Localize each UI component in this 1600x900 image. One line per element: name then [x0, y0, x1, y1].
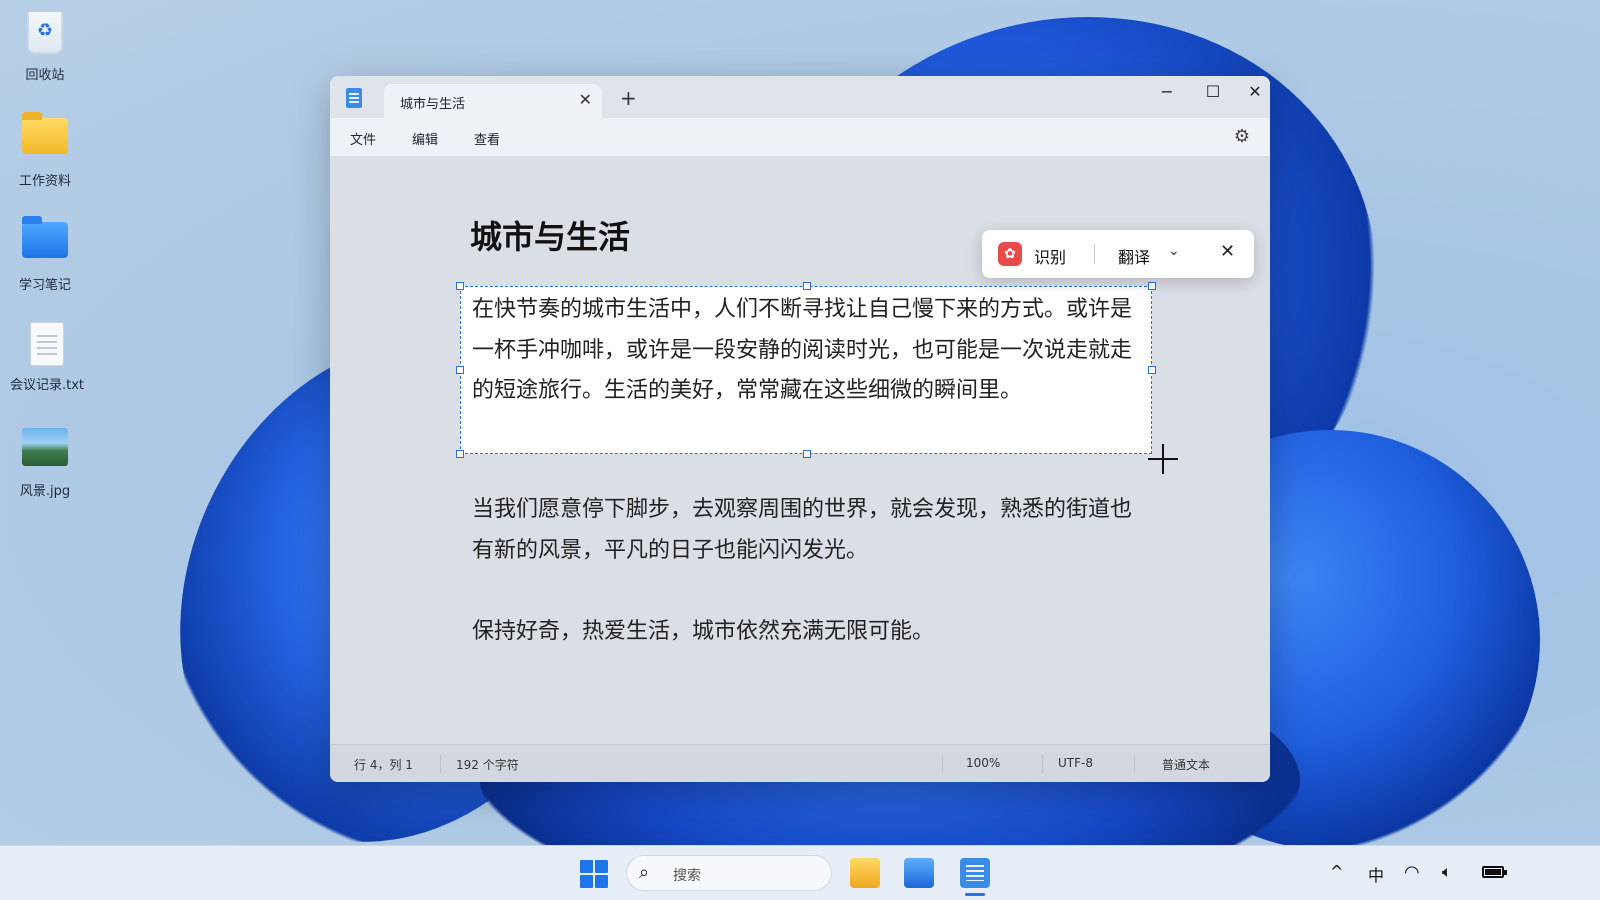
taskbar-notepad[interactable] — [960, 858, 990, 888]
close-icon[interactable]: ✕ — [1220, 241, 1235, 262]
folder-icon — [22, 112, 68, 164]
notepad-window: 城市与生活 ✕ + − ☐ ✕ 文件 编辑 查看 ⚙ 城市与生活 在快节奏的城市… — [330, 76, 1270, 782]
desktop-icon-recycle-bin[interactable]: 回收站 — [0, 10, 90, 83]
taskbar-photos[interactable] — [904, 858, 934, 888]
tab-city-life[interactable]: 城市与生活 ✕ — [384, 84, 602, 118]
desktop-icon-label: 工作资料 — [18, 174, 71, 189]
search-input[interactable]: ⌕ 搜索 — [626, 855, 832, 891]
menu-view[interactable]: 查看 — [474, 129, 500, 148]
text-file-icon — [24, 322, 70, 368]
crosshair-cursor-icon — [1148, 444, 1178, 474]
char-count: 192 个字符 — [456, 758, 519, 772]
recognize-button[interactable]: 识别 — [1034, 244, 1066, 268]
ime-indicator[interactable]: 中 — [1368, 862, 1384, 886]
desktop-icon-landscape-image[interactable]: 风景.jpg — [0, 422, 90, 499]
minimize-button[interactable]: − — [1152, 82, 1182, 101]
resize-handle-top-right[interactable] — [1148, 282, 1156, 290]
tab-title: 城市与生活 — [400, 97, 466, 112]
tab-close-icon[interactable]: ✕ — [579, 90, 592, 109]
desktop-icon-meeting-notes[interactable]: 会议记录.txt — [2, 322, 92, 393]
document-title: 城市与生活 — [470, 218, 631, 256]
encoding[interactable]: UTF-8 — [1058, 756, 1093, 770]
start-button[interactable] — [580, 860, 608, 888]
desktop-icon-work-folder[interactable]: 工作资料 — [0, 110, 90, 189]
tray-expand-icon[interactable]: ^ — [1330, 862, 1343, 881]
resize-handle-bottom[interactable] — [803, 450, 811, 458]
active-app-indicator — [965, 893, 985, 896]
resize-handle-top[interactable] — [803, 282, 811, 290]
paragraph-3: 保持好奇，热爱生活，城市依然充满无限可能。 — [472, 619, 935, 644]
desktop-icon-label: 风景.jpg — [19, 484, 71, 499]
ocr-logo-icon: ✿ — [998, 242, 1022, 266]
title-bar[interactable]: 城市与生活 ✕ + − ☐ ✕ — [330, 76, 1270, 118]
paragraph-2: 当我们愿意停下脚步，去观察周围的世界，就会发现，熟悉的街道也有新的风景，平凡的日… — [472, 497, 1133, 563]
menu-edit[interactable]: 编辑 — [412, 129, 438, 148]
taskbar: ⌕ 搜索 ^ 中 ◠ 🔈︎ — [0, 845, 1600, 900]
text-format[interactable]: 普通文本 — [1162, 756, 1210, 773]
maximize-button[interactable]: ☐ — [1198, 82, 1228, 101]
ocr-toolbar: ✿ 识别 翻译 ⌄ ✕ — [982, 230, 1254, 278]
paragraph-1: 在快节奏的城市生活中，人们不断寻找让自己慢下来的方式。或许是一杯手冲咖啡，或许是… — [472, 297, 1133, 403]
new-tab-button[interactable]: + — [620, 86, 637, 110]
wifi-icon[interactable]: ◠ — [1404, 862, 1420, 883]
menu-bar: 文件 编辑 查看 ⚙ — [330, 118, 1270, 156]
chevron-down-icon[interactable]: ⌄ — [1168, 243, 1180, 259]
status-bar: 行 4，列 1 192 个字符 100% UTF-8 普通文本 — [330, 744, 1270, 782]
battery-icon[interactable] — [1482, 866, 1507, 878]
volume-icon[interactable]: 🔈︎ — [1442, 862, 1452, 882]
search-placeholder: 搜索 — [673, 868, 701, 884]
desktop-icon-study-folder[interactable]: 学习笔记 — [0, 214, 90, 293]
translate-button[interactable]: 翻译 — [1118, 244, 1150, 268]
taskbar-file-explorer[interactable] — [850, 858, 880, 888]
resize-handle-left[interactable] — [456, 366, 464, 374]
search-icon: ⌕ — [639, 862, 650, 883]
menu-file[interactable]: 文件 — [350, 129, 376, 148]
close-button[interactable]: ✕ — [1240, 82, 1270, 101]
zoom-level[interactable]: 100% — [966, 756, 1000, 770]
folder-icon — [22, 216, 68, 268]
desktop-icon-label: 回收站 — [25, 68, 65, 83]
desktop-icon-label: 会议记录.txt — [9, 378, 85, 393]
toolbar-divider — [1094, 244, 1095, 264]
desktop-icon-label: 学习笔记 — [18, 278, 71, 293]
notepad-app-icon — [346, 88, 362, 108]
image-file-icon — [22, 428, 68, 474]
resize-handle-top-left[interactable] — [456, 282, 464, 290]
recycle-bin-icon — [22, 12, 68, 58]
resize-handle-bottom-left[interactable] — [456, 450, 464, 458]
cursor-position: 行 4，列 1 — [354, 758, 413, 772]
gear-icon[interactable]: ⚙ — [1234, 126, 1250, 147]
